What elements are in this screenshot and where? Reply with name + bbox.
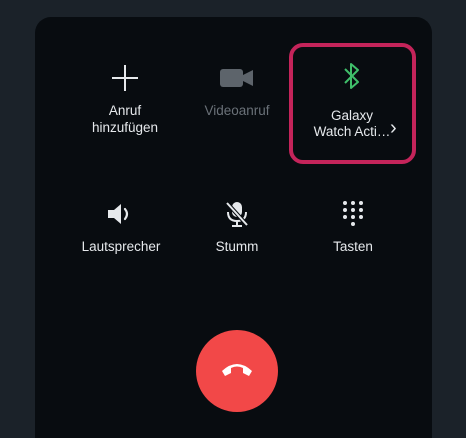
video-call-label: Videoanruf [204, 103, 270, 118]
microphone-off-icon [175, 196, 299, 232]
phone-frame: Anruf hinzufügen Videoanruf Galaxy Watch… [0, 0, 466, 438]
bluetooth-device-name-line1: Galaxy [330, 108, 374, 123]
speaker-label: Lautsprecher [81, 239, 161, 254]
hang-up-icon [219, 359, 255, 384]
mute-button[interactable]: Stumm [175, 196, 299, 255]
bluetooth-icon [293, 60, 411, 92]
add-call-label: Anruf hinzufügen [91, 103, 159, 135]
video-call-button[interactable]: Videoanruf [175, 60, 299, 119]
mute-label: Stumm [215, 239, 259, 254]
bluetooth-device-name-line2: Watch Acti… [313, 124, 391, 139]
dialpad-icon [291, 196, 415, 232]
bluetooth-device-label: Galaxy Watch Acti… [314, 108, 391, 140]
add-call-button[interactable]: Anruf hinzufügen [63, 60, 187, 136]
keypad-label: Tasten [333, 239, 373, 254]
keypad-button[interactable]: Tasten [291, 196, 415, 255]
speaker-button[interactable]: Lautsprecher [59, 196, 183, 255]
video-camera-icon [175, 60, 299, 96]
speaker-icon [59, 196, 183, 232]
end-call-button[interactable] [196, 330, 278, 412]
plus-icon [63, 60, 187, 96]
chevron-right-icon: › [390, 117, 397, 139]
